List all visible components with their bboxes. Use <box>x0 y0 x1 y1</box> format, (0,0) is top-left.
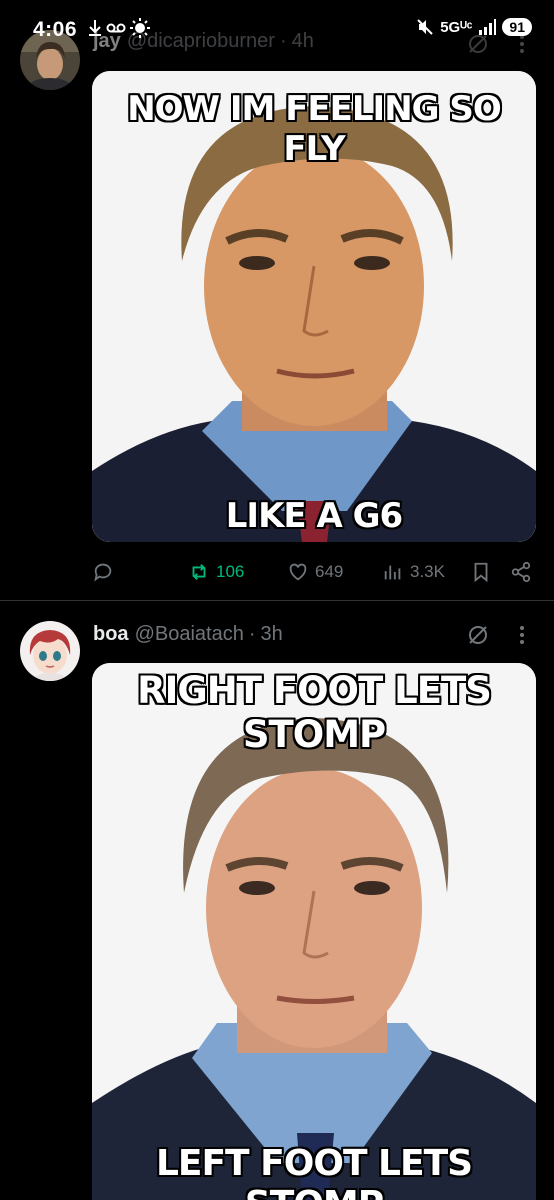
status-bar: 4:06 5Gᵁᶜ 91 <box>0 0 554 64</box>
post-image[interactable]: NOW IM FEELING SO FLY LIKE A G6 <box>92 71 536 542</box>
repost-button[interactable]: 106 <box>188 559 244 585</box>
repost-count: 106 <box>216 562 245 581</box>
display-name[interactable]: boa <box>93 623 129 646</box>
more-options-icon[interactable] <box>512 623 532 647</box>
post-header: boa @Boaiatach · 3h <box>93 621 283 647</box>
meme-bottom-text: LIKE A G6 <box>225 496 403 536</box>
avatar[interactable] <box>20 621 80 681</box>
like-count: 649 <box>315 562 344 581</box>
post-time[interactable]: 3h <box>261 623 283 646</box>
heart-icon <box>289 563 307 581</box>
repost-icon <box>192 564 206 580</box>
user-avatar-image <box>20 621 80 681</box>
status-left-icons <box>88 18 150 38</box>
voicemail-icon <box>106 23 126 33</box>
reply-icon <box>94 563 112 582</box>
mute-icon <box>417 19 433 35</box>
bookmark-icon <box>474 562 488 583</box>
reply-button[interactable] <box>92 559 114 585</box>
meme-top-text: RIGHT FOOT LETS STOMP <box>137 669 492 756</box>
grok-icon[interactable] <box>466 623 490 647</box>
views-button[interactable]: 3.3K <box>382 559 445 585</box>
post-1[interactable]: jay @dicaprioburner · 4h NOW IM FEELING … <box>0 0 554 600</box>
status-time: 4:06 <box>33 18 78 41</box>
like-button[interactable]: 649 <box>287 559 343 585</box>
share-icon <box>511 561 531 583</box>
post-image[interactable]: RIGHT FOOT LETS STOMP LEFT FOOT LETS STO… <box>92 663 536 1200</box>
brightness-icon <box>130 18 150 38</box>
post-actions: 106 649 3.3K <box>92 559 536 585</box>
status-right-icons: 5Gᵁᶜ 91 <box>416 18 532 36</box>
separator-dot: · <box>248 622 256 645</box>
signal-icon <box>479 19 497 35</box>
meme-bottom-text: LEFT FOOT LETS STOMP <box>155 1143 473 1200</box>
view-count: 3.3K <box>410 562 445 581</box>
user-handle[interactable]: @Boaiatach <box>135 623 244 646</box>
views-icon <box>384 565 401 580</box>
battery-level: 91 <box>502 18 532 36</box>
bookmark-button[interactable] <box>470 559 492 585</box>
download-icon <box>89 20 101 36</box>
meme-top-text: NOW IM FEELING SO FLY <box>127 89 502 169</box>
share-button[interactable] <box>510 559 532 585</box>
post-2[interactable]: boa @Boaiatach · 3h RIGHT FOOT LETS STOM… <box>0 601 554 1200</box>
network-label: 5Gᵁᶜ <box>440 18 473 36</box>
